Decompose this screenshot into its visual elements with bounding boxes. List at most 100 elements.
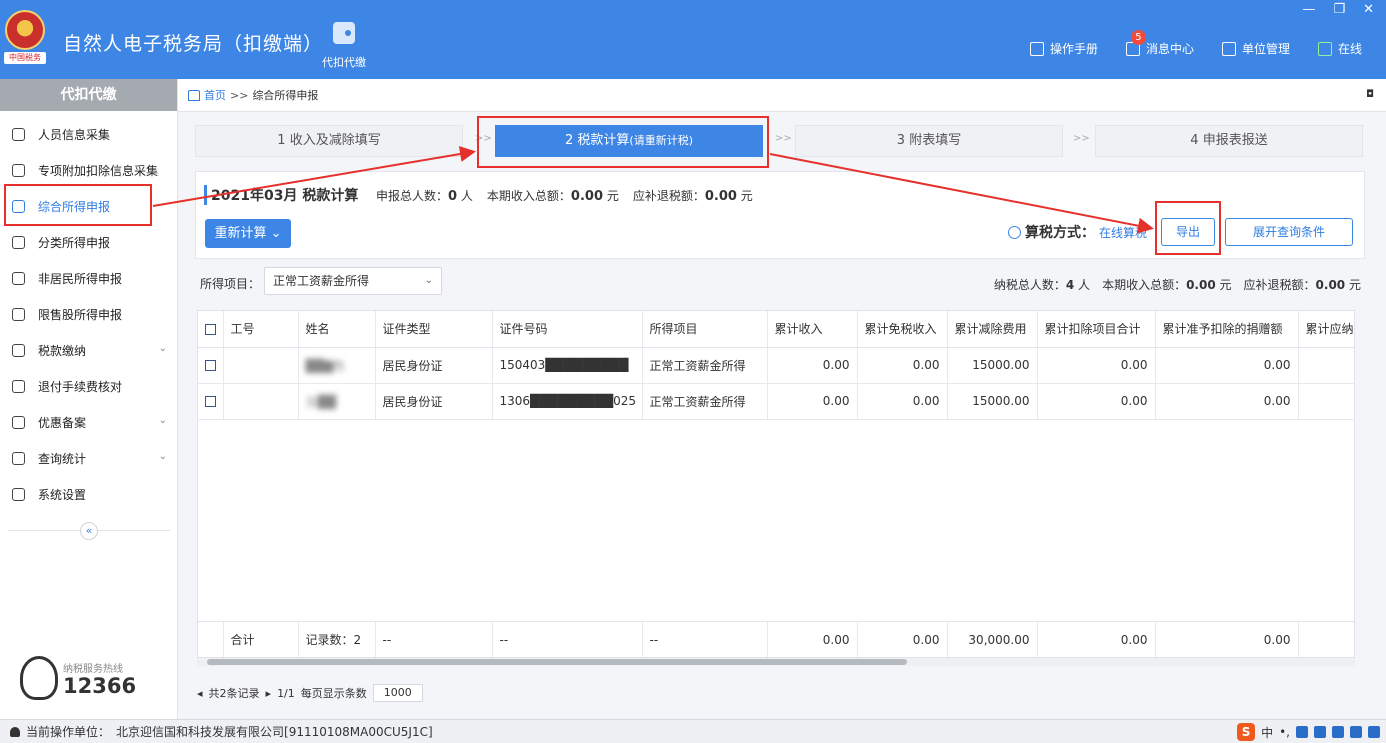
mic-icon[interactable] [1314, 726, 1326, 738]
keyboard-icon[interactable] [1332, 726, 1344, 738]
table-cell: 1306█████████025 [492, 383, 643, 420]
per-page-label: 每页显示条数 [300, 687, 367, 700]
next-page-icon[interactable]: ▸ [266, 687, 272, 700]
income-item-value: 正常工资薪金所得 [273, 274, 370, 288]
menu-grid-icon[interactable] [1368, 726, 1380, 738]
refund-total-stat: 应补退税额：0.00 元 [1244, 276, 1361, 293]
home-icon [188, 89, 200, 101]
column-header[interactable]: 姓名 [298, 311, 376, 348]
hotline-number: 12366 [63, 674, 137, 698]
income-stat: 本期收入总额：0.00 元 [487, 187, 619, 204]
tax-method-label: 算税方式： [1025, 225, 1095, 241]
unit-management-link[interactable]: 单位管理 [1221, 40, 1290, 57]
step-submit[interactable]: 4 申报表报送 [1095, 125, 1363, 157]
column-header[interactable]: 累计减除费用 [947, 311, 1038, 348]
stat-value: 0.00 [1315, 278, 1346, 292]
row-select-cell[interactable] [198, 383, 224, 420]
tax-method-value[interactable]: 在线算税 [1099, 224, 1147, 241]
column-header[interactable]: 累计免税收入 [857, 311, 948, 348]
highlight-export-box [1155, 201, 1221, 255]
table-row[interactable]: ██▇色 居民身份证 150403█████████ 正常工资薪金所得 0.00… [198, 347, 1354, 384]
row-checkbox[interactable] [205, 396, 216, 407]
column-header[interactable]: 所得项目 [642, 311, 768, 348]
filter-summary: 纳税总人数：4 人 本期收入总额：0.00 元 应补退税额：0.00 元 [994, 276, 1361, 293]
close-tab-icon[interactable]: ◘ [1366, 89, 1374, 100]
chevron-down-icon: ⌄ [158, 415, 167, 426]
sidebar-item-personnel[interactable]: 人员信息采集 [0, 116, 177, 152]
expand-query-button[interactable]: 展开查询条件 [1225, 218, 1353, 246]
file-icon [12, 415, 25, 429]
income-item-label: 所得项目： [200, 277, 261, 291]
step-income[interactable]: 1 收入及减除填写 [195, 125, 463, 157]
ime-lang[interactable]: 中 [1261, 724, 1273, 741]
recalculate-button[interactable]: 重新计算 ⌄ [205, 219, 291, 248]
restore-button[interactable]: ❐ [1333, 2, 1345, 17]
stat-unit: 人 [1078, 278, 1091, 292]
breadcrumb-home[interactable]: 首页 [204, 87, 226, 103]
income-total-stat: 本期收入总额：0.00 元 [1102, 276, 1231, 293]
ime-punct[interactable]: •, [1279, 725, 1290, 739]
step-attachment[interactable]: 3 附表填写 [795, 125, 1063, 157]
pie-icon [12, 235, 25, 249]
sidebar-collapse-button[interactable]: « [80, 522, 98, 540]
sidebar-item-label: 限售股所得申报 [38, 307, 123, 322]
column-header[interactable]: 工号 [223, 311, 299, 348]
sidebar-nav: 人员信息采集 专项附加扣除信息采集 综合所得申报 分类所得申报 非居民所得申报 … [0, 116, 177, 512]
column-header[interactable]: 证件类型 [375, 311, 493, 348]
unit-management-label: 单位管理 [1241, 42, 1290, 56]
horizontal-scrollbar[interactable] [197, 658, 1355, 666]
pagination: ◂ 共2条记录 ▸ 1/1 每页显示条数 1000 [197, 684, 423, 702]
manual-link[interactable]: 操作手册 [1029, 40, 1098, 57]
sidebar-item-special-deduction[interactable]: 专项附加扣除信息采集 [0, 152, 177, 188]
minimize-button[interactable]: — [1302, 2, 1315, 17]
gear-icon [12, 487, 25, 501]
step-label: 1 收入及减除填写 [277, 133, 381, 148]
step-arrow: >> [1073, 133, 1090, 144]
message-center-link[interactable]: 5 消息中心 [1125, 30, 1194, 57]
table-cell: 0.00 [1037, 383, 1156, 420]
scrollbar-thumb[interactable] [207, 659, 907, 665]
sidebar-item-query-stats[interactable]: 查询统计 ⌄ [0, 440, 177, 476]
sidebar-item-tax-payment[interactable]: 税款缴纳 ⌄ [0, 332, 177, 368]
stat-value: 0.00 [1186, 278, 1216, 292]
sidebar-item-classified-income[interactable]: 分类所得申报 [0, 224, 177, 260]
app-title: 自然人电子税务局（扣缴端） [63, 33, 324, 55]
column-header[interactable]: 累计扣除项目合计 [1037, 311, 1156, 348]
column-header[interactable]: 累计收入 [767, 311, 858, 348]
income-item-select[interactable]: 正常工资薪金所得 ⌄ [264, 267, 442, 295]
skin-icon[interactable] [1350, 726, 1362, 738]
hotline: 纳税服务热线 12366 [20, 654, 170, 704]
user-icon [10, 726, 20, 737]
header-links: 操作手册 5 消息中心 单位管理 在线 [1029, 30, 1362, 57]
sidebar: 代扣代缴 人员信息采集 专项附加扣除信息采集 综合所得申报 分类所得申报 非居民… [0, 79, 178, 719]
table-row[interactable]: 汝██ 居民身份证 1306█████████025 正常工资薪金所得 0.00… [198, 383, 1354, 420]
select-all-checkbox[interactable] [205, 323, 216, 335]
info-icon [1008, 225, 1021, 239]
sidebar-item-refund-check[interactable]: 退付手续费核对 [0, 368, 177, 404]
bar-chart-icon [12, 307, 25, 321]
sidebar-item-settings[interactable]: 系统设置 [0, 476, 177, 512]
select-all-cell[interactable] [198, 311, 224, 348]
sidebar-item-restricted-stock[interactable]: 限售股所得申报 [0, 296, 177, 332]
emoji-icon[interactable] [1296, 726, 1308, 738]
sogou-ime-icon[interactable]: S [1237, 723, 1256, 741]
chevron-down-icon: ⌄ [424, 275, 433, 286]
sidebar-item-preferential-filing[interactable]: 优惠备案 ⌄ [0, 404, 177, 440]
column-header[interactable]: 证件号码 [492, 311, 643, 348]
module-daikou[interactable]: 代扣代缴 [320, 22, 368, 70]
sidebar-item-nonresident[interactable]: 非居民所得申报 [0, 260, 177, 296]
total-cell: -- [492, 621, 643, 657]
row-checkbox[interactable] [205, 360, 216, 371]
table-cell [223, 383, 299, 420]
total-cell: 0.00 [767, 621, 858, 657]
close-button[interactable]: ✕ [1363, 2, 1374, 17]
chevron-down-icon: ⌄ [158, 343, 167, 354]
stat-label: 纳税总人数： [993, 278, 1066, 292]
prev-page-icon[interactable]: ◂ [197, 687, 203, 700]
column-header[interactable]: 累计应纳 [1298, 311, 1354, 348]
online-status[interactable]: 在线 [1317, 40, 1362, 57]
per-page-input[interactable]: 1000 [372, 684, 423, 702]
row-select-cell[interactable] [198, 347, 224, 384]
emblem-icon [5, 10, 45, 50]
column-header[interactable]: 累计准予扣除的捐赠额 [1155, 311, 1299, 348]
